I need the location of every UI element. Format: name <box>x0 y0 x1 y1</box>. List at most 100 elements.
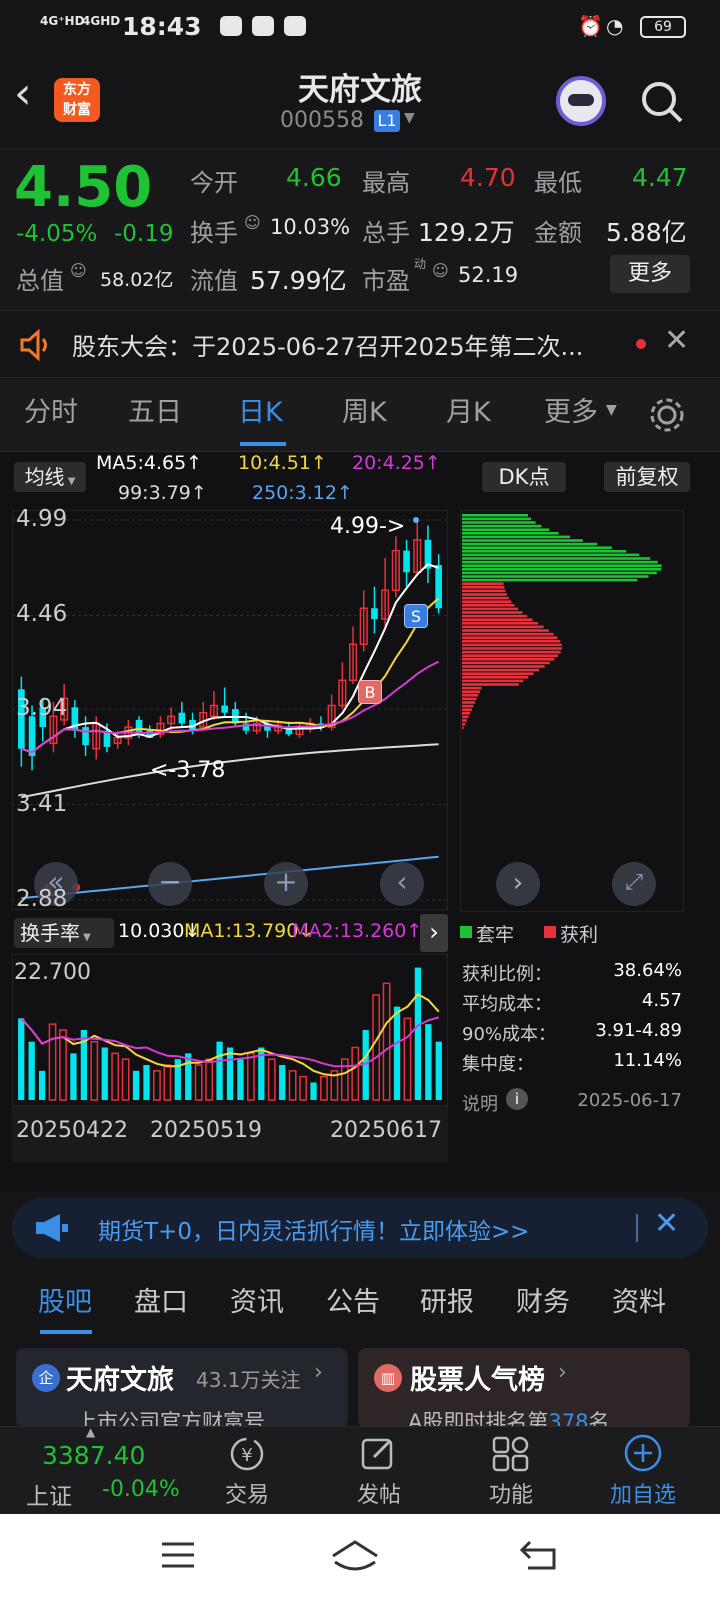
volume-bar <box>18 1018 25 1100</box>
chip-bar <box>462 571 657 575</box>
stat-value: 11.14% <box>613 1050 682 1071</box>
indicator-select[interactable]: 换手率 ▼ <box>14 918 114 948</box>
tab-weekly-k[interactable]: 周K <box>342 378 387 452</box>
close-icon[interactable]: ✕ <box>654 1206 679 1241</box>
candle-body <box>371 608 378 620</box>
tab-more[interactable]: 更多 <box>544 378 598 452</box>
volume-bar <box>163 1064 172 1101</box>
index-name: 上证 <box>26 1484 72 1510</box>
note-label[interactable]: 说明 <box>462 1090 498 1116</box>
info-icon[interactable]: ☺ <box>70 261 87 280</box>
chip-bar <box>462 672 534 675</box>
company-card[interactable]: 企 天府文旅 43.1万关注 › 上市公司官方财富号 <box>16 1348 348 1428</box>
chip-distribution-plot[interactable] <box>460 510 684 912</box>
zoom-out-icon[interactable]: − <box>148 862 192 906</box>
index-ticker[interactable]: ▲ 3387.40 上证 -0.04% <box>0 1425 180 1515</box>
volume-bar <box>194 1064 203 1101</box>
volume-bar <box>320 1075 328 1101</box>
zoom-in-icon[interactable]: + <box>264 862 308 906</box>
volume-bar <box>372 994 381 1101</box>
scroll-left-icon[interactable]: ‹ <box>380 862 424 906</box>
high-dot <box>413 517 419 523</box>
settings-gear-icon[interactable] <box>648 396 686 434</box>
rank-chart-icon: ▥ <box>374 1364 402 1392</box>
nav-functions-label: 功能 <box>488 1483 533 1508</box>
volume-bar <box>59 1029 67 1101</box>
chip-bar <box>462 622 539 625</box>
chip-bar <box>462 521 536 524</box>
futures-banner[interactable]: 期货T+0，日内灵活抓行情！立即体验>> ✕ <box>12 1198 708 1258</box>
caret-down-icon: ▼ <box>606 402 617 418</box>
nav-trade[interactable]: ¥ 交易 <box>212 1427 282 1515</box>
volume-bar <box>425 1024 432 1100</box>
chip-bar <box>462 532 559 535</box>
pe-value: 52.19 <box>458 263 519 287</box>
chip-bar <box>462 690 480 693</box>
info-icon[interactable]: i <box>506 1088 528 1110</box>
buy-marker[interactable]: B <box>358 680 382 704</box>
chip-bar <box>462 607 519 611</box>
home-icon[interactable] <box>330 1538 380 1572</box>
chip-bar <box>462 658 555 661</box>
tab-five-day[interactable]: 五日 <box>128 378 182 452</box>
kline-plot[interactable] <box>12 510 448 910</box>
popularity-card[interactable]: ▥ 股票人气榜 › A股即时排名第378名 <box>358 1348 690 1428</box>
tab-pankou[interactable]: 盘口 <box>134 1268 188 1340</box>
chip-bar <box>462 712 471 715</box>
notice-text: 股东大会：于2025-06-27召开2025年第二次... <box>72 333 584 361</box>
chip-bar <box>462 708 472 711</box>
ma2-value: MA2:13.260↑ <box>292 920 423 942</box>
expand-icon[interactable]: ⤢ <box>612 862 656 906</box>
tab-research[interactable]: 研报 <box>420 1268 474 1340</box>
volume-bar <box>288 1070 297 1101</box>
back-nav-icon[interactable] <box>520 1538 560 1572</box>
nav-add-watchlist[interactable]: 加自选 <box>598 1427 688 1515</box>
level-badge[interactable]: L1 <box>374 110 400 132</box>
search-icon[interactable] <box>640 80 684 124</box>
popularity-card-sub: A股即时排名第378名 <box>408 1406 609 1428</box>
volume-bar <box>38 1070 46 1100</box>
chip-bar <box>462 564 662 567</box>
add-circle-icon <box>624 1434 662 1472</box>
chip-bar <box>462 596 509 600</box>
tab-news[interactable]: 资讯 <box>230 1268 284 1340</box>
close-icon[interactable]: ✕ <box>664 323 689 358</box>
tab-announcements[interactable]: 公告 <box>326 1268 380 1340</box>
adjust-button[interactable]: 前复权 <box>604 462 690 492</box>
nav-functions[interactable]: 功能 <box>476 1427 546 1515</box>
speaker-icon <box>20 329 47 361</box>
banner-text: 期货T+0，日内灵活抓行情！立即体验>> <box>98 1219 530 1245</box>
notice-bar[interactable]: 股东大会：于2025-06-27召开2025年第二次... ✕ <box>0 310 720 378</box>
system-nav-bar <box>0 1514 720 1600</box>
megaphone-icon <box>36 1214 68 1242</box>
company-badge-icon: 企 <box>32 1364 60 1392</box>
more-button[interactable]: 更多 <box>610 255 690 293</box>
mcap-label: 总值 <box>16 267 64 295</box>
ma-toggle-button[interactable]: 均线 ▼ <box>14 462 86 492</box>
info-icon[interactable]: ☺ <box>244 213 261 232</box>
info-icon[interactable]: ☺ <box>432 261 449 280</box>
tab-finance[interactable]: 财务 <box>516 1268 570 1340</box>
dk-point-button[interactable]: DK点 <box>482 462 566 492</box>
menu-icon[interactable] <box>160 1540 196 1570</box>
chip-bar <box>462 539 583 542</box>
ma5-legend: MA5:4.65↑ <box>96 452 203 474</box>
expand-indicator-icon[interactable]: › <box>420 914 448 952</box>
chevron-down-icon[interactable]: ▼ <box>404 110 415 126</box>
chip-bar <box>462 546 612 549</box>
tab-profile[interactable]: 资料 <box>612 1268 666 1340</box>
nav-trade-label: 交易 <box>224 1483 269 1508</box>
x-tick: 20250519 <box>150 1118 262 1143</box>
robot-assistant-icon[interactable] <box>556 76 606 126</box>
chip-bar <box>462 535 570 539</box>
y-tick: 2.88 <box>16 886 68 912</box>
tab-monthly-k[interactable]: 月K <box>446 378 491 452</box>
chip-bar <box>462 665 545 668</box>
chip-next-icon[interactable]: › <box>496 862 540 906</box>
tab-daily-k[interactable]: 日K <box>238 378 283 452</box>
tab-intraday[interactable]: 分时 <box>24 378 78 452</box>
chip-bar <box>462 557 651 560</box>
nav-post[interactable]: 发帖 <box>344 1427 414 1515</box>
sell-marker[interactable]: S <box>404 604 428 628</box>
high-label: 最高 <box>362 169 410 197</box>
